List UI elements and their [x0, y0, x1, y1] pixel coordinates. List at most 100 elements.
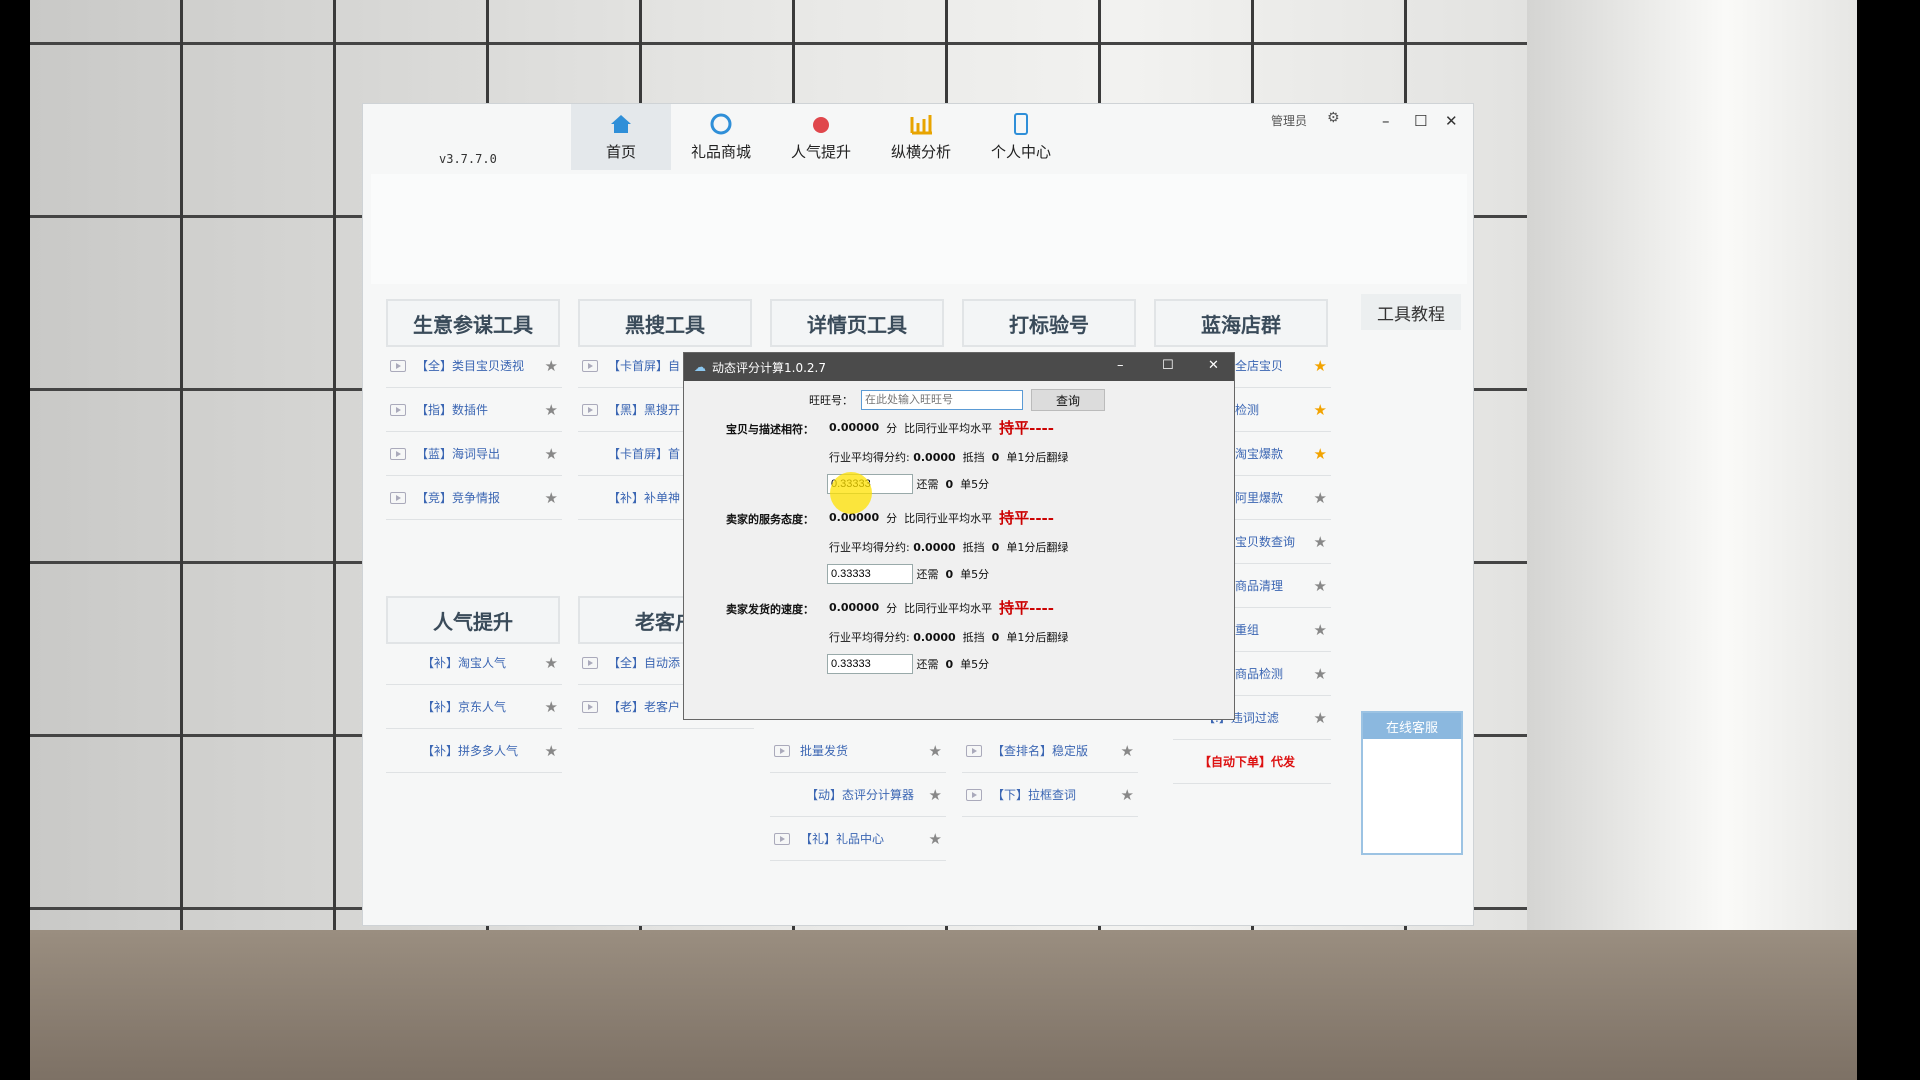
rating-calculator-dialog: ☁ 动态评分计算1.0.2.7 – ☐ ✕ 旺旺号： 查询 宝贝与描述相符： 0… [683, 352, 1235, 720]
wall-pillar [1527, 0, 1857, 1080]
metric-label: 卖家的服务态度： [726, 513, 814, 526]
after-text: 单1分后翻绿 [1006, 541, 1069, 554]
need-label: 还需 [916, 568, 939, 581]
compare-text: 比同行业平均水平 [904, 421, 993, 435]
dialog-minimize-button[interactable]: – [1117, 358, 1124, 373]
need-label: 还需 [916, 478, 939, 491]
tab-gift-mall[interactable]: 礼品商城 [671, 104, 771, 170]
list-item[interactable]: 【竞】竞争情报 ★ [386, 476, 562, 520]
star-icon[interactable]: ★ [929, 786, 942, 804]
section-header[interactable]: 打标验号 [962, 299, 1136, 347]
star-icon[interactable]: ★ [929, 830, 942, 848]
item-label: 检测 [1235, 403, 1260, 417]
list-item[interactable]: 【下】拉框查词 ★ [962, 773, 1138, 817]
tab-personal[interactable]: 个人中心 [971, 104, 1071, 170]
tutorial-button[interactable]: 工具教程 [1361, 294, 1461, 330]
star-icon[interactable]: ★ [545, 742, 558, 760]
top-nav: 首页 礼品商城 人气提升 纵横分析 个人中心 [571, 104, 1071, 170]
score-input[interactable] [827, 654, 913, 674]
cloud-icon: ☁ [694, 360, 706, 374]
list-item[interactable]: 商品清理 ★ [1235, 564, 1331, 608]
star-icon[interactable]: ★ [1314, 709, 1327, 727]
online-service-panel[interactable]: 在线客服 [1361, 711, 1463, 855]
play-icon [390, 359, 406, 372]
list-item[interactable]: 检测 ★ [1235, 388, 1331, 432]
tab-label: 纵横分析 [890, 143, 951, 161]
phone-icon [1010, 113, 1032, 135]
star-icon[interactable]: ★ [1314, 577, 1327, 595]
dialog-close-button[interactable]: ✕ [1208, 358, 1219, 373]
section-header[interactable]: 人气提升 [386, 596, 560, 644]
list-item[interactable]: 批量发货 ★ [770, 729, 946, 773]
tab-label: 个人中心 [990, 143, 1051, 161]
star-icon[interactable]: ★ [545, 698, 558, 716]
score-unit: 分 [886, 511, 898, 525]
query-button[interactable]: 查询 [1031, 389, 1105, 411]
star-icon[interactable]: ★ [1121, 786, 1134, 804]
star-icon[interactable]: ★ [545, 489, 558, 507]
star-icon[interactable]: ★ [545, 654, 558, 672]
star-icon[interactable]: ★ [1314, 665, 1327, 683]
offset-label: 抵挡 [962, 451, 985, 464]
list-item[interactable]: 商品检测 ★ [1235, 652, 1331, 696]
section-header[interactable]: 生意参谋工具 [386, 299, 560, 347]
list-item[interactable]: 【补】京东人气 ★ [386, 685, 562, 729]
avg-row: 行业平均得分约: 0.0000 抵挡 0 单1分后翻绿 [829, 539, 1068, 555]
star-icon[interactable]: ★ [1314, 533, 1327, 551]
item-label: 【黑】黑搜开 [608, 403, 681, 417]
star-icon[interactable]: ★ [1121, 742, 1134, 760]
item-label: 商品检测 [1235, 667, 1284, 681]
list-item[interactable]: 【蓝】海词导出 ★ [386, 432, 562, 476]
star-icon[interactable]: ★ [1314, 401, 1327, 419]
list-item[interactable]: 【补】淘宝人气 ★ [386, 641, 562, 685]
star-icon[interactable]: ★ [1314, 621, 1327, 639]
list-item[interactable]: 【礼】礼品中心 ★ [770, 817, 946, 861]
list-item[interactable]: 宝贝数查询 ★ [1235, 520, 1331, 564]
list-item[interactable]: 重组 ★ [1235, 608, 1331, 652]
list-item[interactable]: 阿里爆款 ★ [1235, 476, 1331, 520]
tab-home[interactable]: 首页 [571, 104, 671, 170]
star-icon[interactable]: ★ [545, 445, 558, 463]
section-header[interactable]: 黑搜工具 [578, 299, 752, 347]
item-label: 【补】京东人气 [422, 700, 507, 714]
rocket-icon [810, 113, 832, 135]
item-label: 【自动下单】代发 [1199, 755, 1296, 769]
section-header[interactable]: 蓝海店群 [1154, 299, 1328, 347]
gear-icon[interactable]: ⚙ [1327, 110, 1340, 126]
wangwang-input[interactable] [861, 390, 1023, 410]
item-label: 【礼】礼品中心 [800, 832, 885, 846]
score-unit: 分 [886, 421, 898, 435]
list-item[interactable]: 【自动下单】代发 [1173, 740, 1331, 784]
list-item[interactable]: 【指】数插件 ★ [386, 388, 562, 432]
close-button[interactable]: ✕ [1445, 112, 1458, 130]
star-icon[interactable]: ★ [1314, 489, 1327, 507]
star-icon[interactable]: ★ [1314, 445, 1327, 463]
list-item[interactable]: 【查排名】稳定版 ★ [962, 729, 1138, 773]
star-icon[interactable]: ★ [545, 357, 558, 375]
item-label: 【下】拉框查词 [992, 788, 1077, 802]
dialog-maximize-button[interactable]: ☐ [1162, 358, 1174, 373]
dialog-title: 动态评分计算1.0.2.7 [712, 360, 826, 375]
banner-area [371, 174, 1467, 284]
five-label: 单5分 [960, 478, 990, 491]
offset-label: 抵挡 [962, 541, 985, 554]
item-label: 重组 [1235, 623, 1260, 637]
offset-value: 0 [991, 540, 1000, 554]
list-item[interactable]: 全店宝贝 ★ [1235, 344, 1331, 388]
tab-analysis[interactable]: 纵横分析 [871, 104, 971, 170]
list-item[interactable]: 【全】类目宝贝透视 ★ [386, 344, 562, 388]
dialog-titlebar: ☁ 动态评分计算1.0.2.7 – ☐ ✕ [684, 353, 1234, 381]
tab-popularity[interactable]: 人气提升 [771, 104, 871, 170]
maximize-button[interactable]: ☐ [1414, 112, 1427, 130]
list-item[interactable]: 【动】态评分计算器 ★ [770, 773, 946, 817]
input-row: 还需 0 单5分 [827, 654, 989, 674]
star-icon[interactable]: ★ [929, 742, 942, 760]
star-icon[interactable]: ★ [545, 401, 558, 419]
list-item[interactable]: 【补】拼多多人气 ★ [386, 729, 562, 773]
tab-label: 首页 [605, 143, 636, 161]
score-input[interactable] [827, 564, 913, 584]
star-icon[interactable]: ★ [1314, 357, 1327, 375]
list-item[interactable]: 淘宝爆款 ★ [1235, 432, 1331, 476]
section-header[interactable]: 详情页工具 [770, 299, 944, 347]
minimize-button[interactable]: – [1382, 112, 1390, 130]
